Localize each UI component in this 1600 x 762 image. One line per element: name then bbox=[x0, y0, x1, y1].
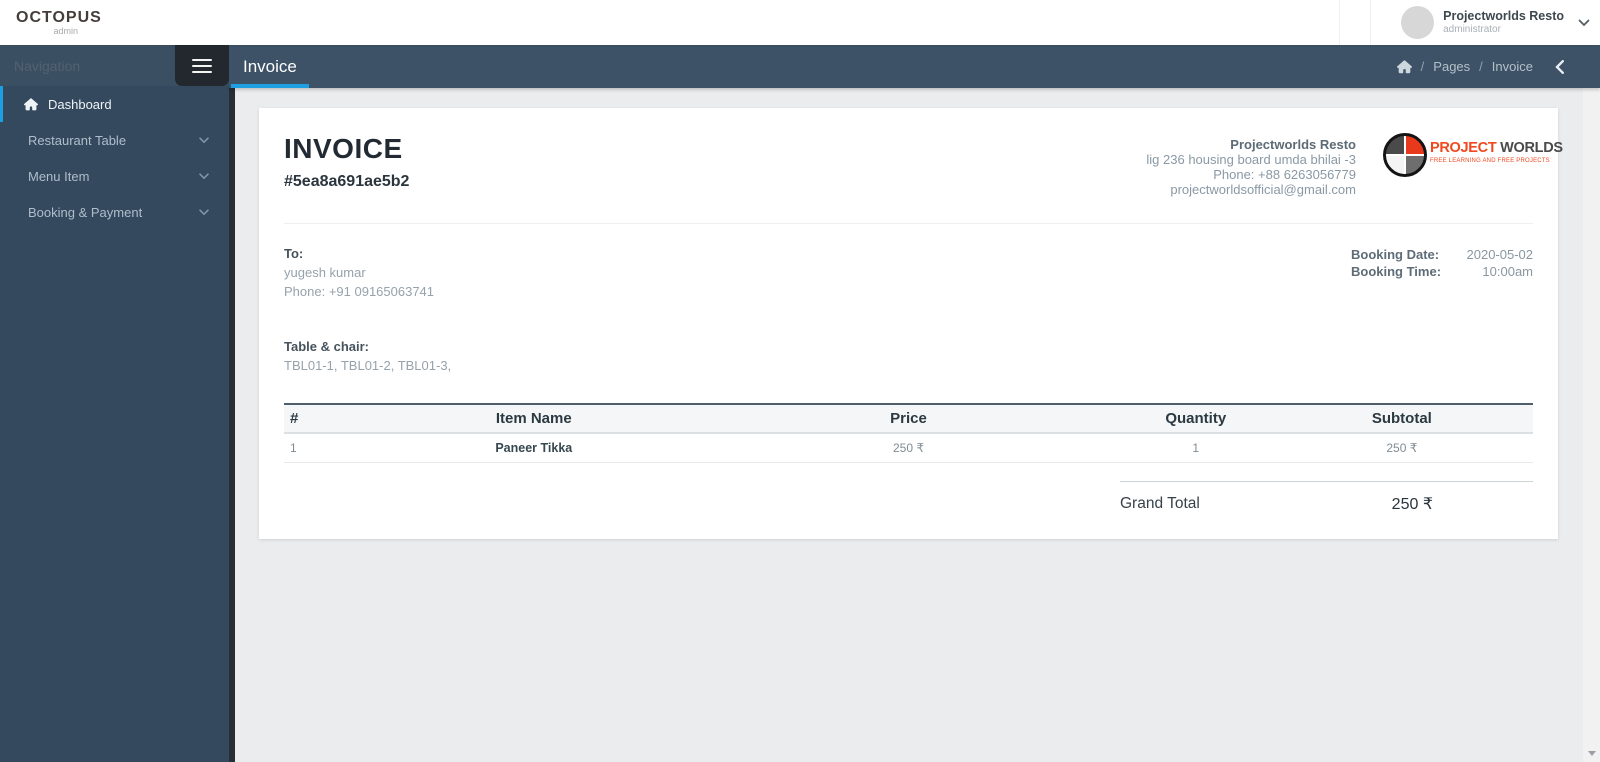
sidebar-edge-divider bbox=[229, 45, 235, 762]
booking-date-label: Booking Date: bbox=[1351, 247, 1440, 262]
company-info: Projectworlds Resto lig 236 housing boar… bbox=[1146, 137, 1356, 197]
sidebar-item-label: Booking & Payment bbox=[28, 204, 143, 220]
sidebar-item-restaurant-table[interactable]: Restaurant Table bbox=[0, 122, 229, 158]
booking-time-label: Booking Time: bbox=[1351, 264, 1442, 279]
table-chair-value: TBL01-1, TBL01-2, TBL01-3, bbox=[284, 358, 452, 373]
breadcrumb: / Pages / Invoice bbox=[1396, 59, 1600, 74]
sidebar: Dashboard Restaurant Table Menu Item Boo… bbox=[0, 45, 229, 762]
user-menu[interactable]: Projectworlds Resto administrator bbox=[1401, 6, 1600, 39]
table-row: 1 Paneer Tikka 250 ₹ 1 250 ₹ bbox=[284, 433, 1533, 463]
scroll-down-arrow-icon[interactable] bbox=[1587, 751, 1596, 756]
to-label: To: bbox=[284, 246, 304, 261]
sidebar-item-booking-payment[interactable]: Booking & Payment bbox=[0, 194, 229, 230]
grand-total-value: 250 ₹ bbox=[1391, 496, 1433, 513]
cell-price: 250 ₹ bbox=[696, 433, 1121, 463]
company-address: lig 236 housing board umda bhilai -3 bbox=[1146, 152, 1356, 167]
col-header-price: Price bbox=[890, 410, 927, 427]
booking-date-value: 2020-05-02 bbox=[1466, 247, 1534, 262]
cell-subtotal: 250 ₹ bbox=[1270, 433, 1533, 463]
chevron-down-icon bbox=[199, 172, 209, 180]
breadcrumb-separator: / bbox=[1479, 59, 1483, 74]
chevron-down-icon bbox=[1578, 19, 1590, 27]
billed-to-block: To: yugesh kumar Phone: +91 09165063741 bbox=[284, 246, 434, 299]
sidebar-item-label: Restaurant Table bbox=[28, 132, 127, 148]
chevron-down-icon bbox=[199, 136, 209, 144]
app-logo[interactable]: OCTOPUS admin bbox=[16, 8, 102, 36]
invoice-items-table: # Item Name Price Quantity Subtotal 1 Pa… bbox=[284, 403, 1533, 463]
logo-brand-right: WORLDS bbox=[1496, 140, 1563, 156]
content-area: INVOICE #5ea8a691ae5b2 Projectworlds Res… bbox=[235, 88, 1583, 762]
sidebar-item-label: Dashboard bbox=[48, 96, 112, 112]
sidebar-search-input[interactable] bbox=[14, 57, 154, 74]
sidebar-item-label: Menu Item bbox=[28, 168, 90, 184]
cell-quantity: 1 bbox=[1120, 433, 1271, 463]
booking-info-block: Booking Date: 2020-05-02 Booking Time: 1… bbox=[1351, 246, 1533, 299]
topbar: OCTOPUS admin Projectworlds Resto admini… bbox=[0, 0, 1600, 45]
breadcrumb-pages[interactable]: Pages bbox=[1433, 59, 1470, 74]
company-name: Projectworlds Resto bbox=[1230, 137, 1356, 152]
page-title: Invoice bbox=[243, 56, 297, 76]
vertical-scrollbar[interactable] bbox=[1583, 88, 1600, 762]
company-email: projectworldsofficial@gmail.com bbox=[1170, 182, 1356, 197]
company-logo: PROJECT WORLDS FREE LEARNING AND FREE PR… bbox=[1383, 133, 1563, 177]
breadcrumb-current: Invoice bbox=[1491, 59, 1533, 74]
topbar-right: Projectworlds Resto administrator bbox=[1339, 0, 1600, 45]
table-header-row: # Item Name Price Quantity Subtotal bbox=[284, 404, 1533, 433]
title-underline bbox=[231, 84, 309, 88]
company-phone: Phone: +88 6263056779 bbox=[1213, 167, 1356, 182]
user-name: Projectworlds Resto bbox=[1443, 8, 1564, 23]
app-logo-subtext: admin bbox=[53, 25, 78, 36]
customer-name: yugesh kumar bbox=[284, 265, 366, 280]
customer-phone: Phone: +91 09165063741 bbox=[284, 284, 435, 299]
grand-total-label: Grand Total bbox=[1120, 495, 1200, 512]
sidebar-menu: Dashboard Restaurant Table Menu Item Boo… bbox=[0, 86, 229, 230]
sidebar-item-dashboard[interactable]: Dashboard bbox=[0, 86, 229, 122]
booking-time-value: 10:00am bbox=[1482, 264, 1533, 279]
invoice-title: INVOICE bbox=[284, 133, 403, 164]
page-header: Invoice / Pages / Invoice bbox=[229, 45, 1600, 88]
user-role: administrator bbox=[1443, 23, 1501, 35]
table-chair-block: Table & chair: TBL01-1, TBL01-2, TBL01-3… bbox=[284, 339, 1533, 373]
col-header-subtotal: Subtotal bbox=[1371, 410, 1432, 427]
logo-brand-left: PROJECT bbox=[1430, 140, 1497, 156]
user-avatar bbox=[1401, 6, 1435, 39]
invoice-card: INVOICE #5ea8a691ae5b2 Projectworlds Res… bbox=[259, 108, 1563, 539]
col-header-item-name: Item Name bbox=[495, 410, 572, 427]
topbar-divider bbox=[1370, 0, 1372, 45]
sidebar-item-menu-item[interactable]: Menu Item bbox=[0, 158, 229, 194]
col-header-quantity: Quantity bbox=[1165, 410, 1227, 427]
cell-index: 1 bbox=[284, 433, 372, 463]
cell-item-name: Paneer Tikka bbox=[371, 433, 697, 463]
section-divider bbox=[284, 223, 1533, 224]
home-icon bbox=[24, 97, 38, 111]
chevron-down-icon bbox=[199, 208, 209, 216]
app-logo-text: OCTOPUS bbox=[16, 8, 102, 26]
home-icon[interactable] bbox=[1396, 59, 1412, 74]
company-logo-icon bbox=[1383, 133, 1427, 177]
table-chair-label: Table & chair: bbox=[284, 339, 370, 354]
invoice-header: INVOICE #5ea8a691ae5b2 Projectworlds Res… bbox=[284, 133, 1563, 197]
sidebar-toggle-button[interactable] bbox=[175, 45, 229, 86]
logo-tagline: FREE LEARNING AND FREE PROJECTS bbox=[1430, 158, 1550, 164]
breadcrumb-separator: / bbox=[1420, 59, 1425, 74]
invoice-number: #5ea8a691ae5b2 bbox=[284, 173, 410, 190]
grand-total-row: Grand Total 250 ₹ bbox=[1120, 481, 1533, 514]
col-header-index: # bbox=[290, 410, 299, 427]
chevron-left-icon[interactable] bbox=[1555, 59, 1564, 74]
